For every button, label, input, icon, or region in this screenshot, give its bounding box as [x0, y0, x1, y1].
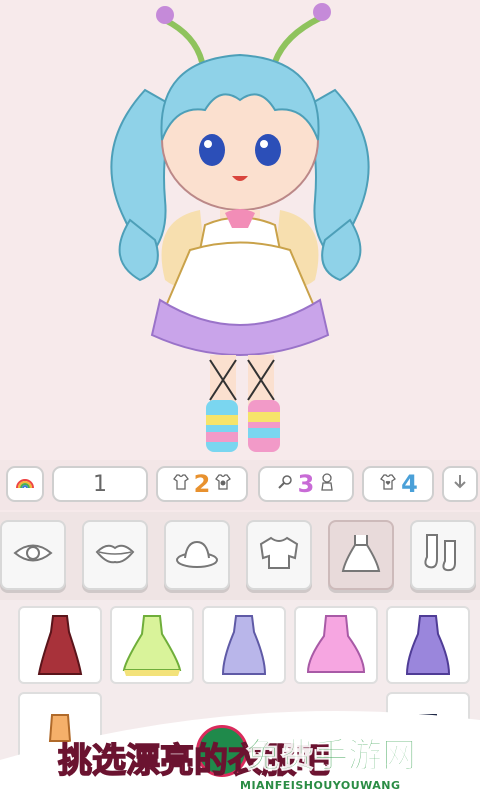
watermark-subtext: MIANFEISHOUYOUWANG	[240, 779, 401, 792]
preset-set-3-button[interactable]: 4	[362, 466, 434, 502]
skull-shirt-icon	[213, 472, 233, 496]
dress-item-5[interactable]	[386, 606, 470, 684]
dress-item-1[interactable]	[18, 606, 102, 684]
page-number-display[interactable]: 1	[52, 466, 148, 502]
set-3-count: 4	[401, 470, 418, 498]
hat-icon	[175, 536, 219, 574]
category-dress[interactable]	[328, 520, 394, 590]
tshirt-icon	[171, 472, 191, 496]
arrow-down-icon	[450, 472, 470, 496]
watermark-text: 免费手游网	[246, 736, 417, 777]
rainbow-button[interactable]	[6, 466, 44, 502]
category-sweater[interactable]	[246, 520, 312, 590]
category-lips[interactable]	[82, 520, 148, 590]
dress-item-2[interactable]	[110, 606, 194, 684]
eye-icon	[13, 540, 53, 570]
dress-item-4[interactable]	[294, 606, 378, 684]
rainbow-icon	[15, 472, 35, 496]
page-number: 1	[93, 471, 107, 497]
pacifier-icon	[275, 472, 295, 496]
toolbar: 1 2 3 4	[0, 460, 480, 510]
lips-icon	[95, 540, 135, 570]
dress-icon	[339, 531, 383, 579]
category-bar	[0, 512, 480, 600]
baby-icon	[317, 472, 337, 496]
heart-shirt-icon	[378, 472, 398, 496]
dressup-stage	[0, 0, 480, 460]
category-eye[interactable]	[0, 520, 66, 590]
category-socks[interactable]	[410, 520, 476, 590]
preset-set-2-button[interactable]: 3	[258, 466, 354, 502]
socks-icon	[421, 533, 465, 577]
set-1-count: 2	[193, 470, 211, 498]
sweater-icon	[257, 534, 301, 576]
dress-item-3[interactable]	[202, 606, 286, 684]
download-button[interactable]	[442, 466, 478, 502]
preset-set-1-button[interactable]: 2	[156, 466, 248, 502]
chibi-doll[interactable]	[70, 0, 410, 460]
set-2-count: 3	[297, 470, 315, 498]
category-hat[interactable]	[164, 520, 230, 590]
